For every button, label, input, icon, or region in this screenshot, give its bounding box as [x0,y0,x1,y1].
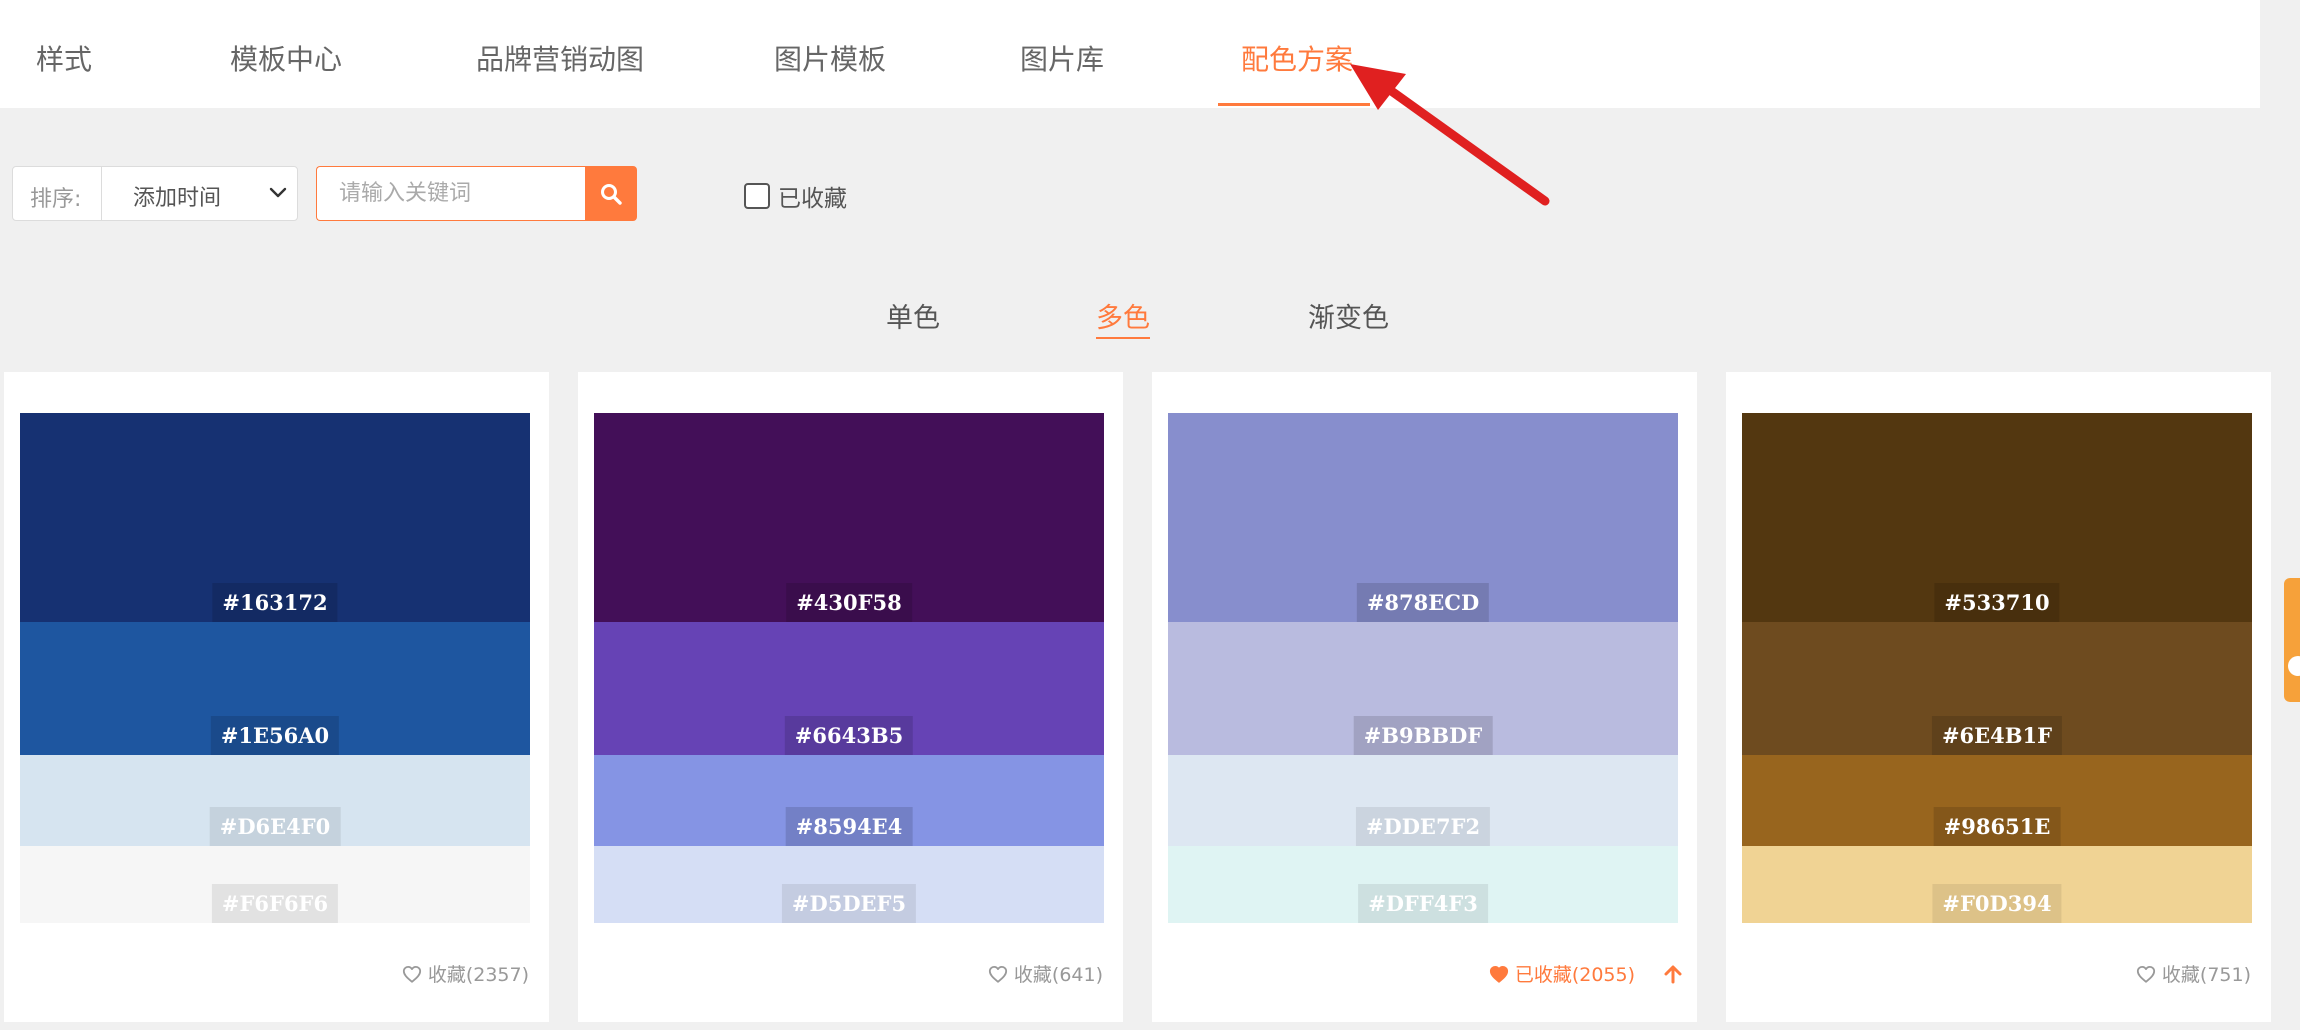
color-hex-label: #8594E4 [785,807,913,846]
palette-card[interactable]: #533710 #6E4B1F #98651E #F0D394 收藏(751) [1726,372,2271,1022]
nav-tab-style[interactable]: 样式 [36,38,92,78]
nav-tab-brand-animation[interactable]: 品牌营销动图 [476,38,644,78]
color-swatch[interactable]: #DFF4F3 [1168,846,1678,923]
nav-tab-color-scheme[interactable]: 配色方案 [1241,38,1353,78]
palette-card[interactable]: #430F58 #6643B5 #8594E4 #D5DEF5 收藏(641) [578,372,1123,1022]
subtab-gradient[interactable]: 渐变色 [1308,296,1389,335]
nav-tab-template-center[interactable]: 模板中心 [230,38,342,78]
color-hex-label: #F6F6F6 [211,884,339,923]
sort-divider [101,167,102,220]
favorite-count: 收藏(2357) [427,964,529,986]
heart-icon-wrap [2136,965,2156,983]
annotation-arrow-icon [1350,64,1550,206]
favorite-count: 收藏(641) [1013,964,1103,986]
arrow-up-icon [1664,965,1682,983]
color-hex-label: #878ECD [1356,583,1490,622]
palette-swatches: #430F58 #6643B5 #8594E4 #D5DEF5 [594,413,1104,923]
chevron-down-icon [269,187,287,198]
color-swatch[interactable]: #878ECD [1168,413,1678,622]
palette-swatches: #878ECD #B9BBDF #DDE7F2 #DFF4F3 [1168,413,1678,923]
color-hex-label: #F0D394 [1932,884,2062,923]
color-hex-label: #6E4B1F [1931,716,2063,755]
favorite-button[interactable]: 收藏(641) [988,960,1103,987]
color-hex-label: #533710 [1934,583,2060,622]
color-hex-label: #DDE7F2 [1355,807,1491,846]
favorite-button[interactable]: 收藏(2357) [402,960,529,987]
color-swatch[interactable]: #430F58 [594,413,1104,622]
heart-icon [402,965,421,983]
color-hex-label: #98651E [1933,807,2061,846]
favorite-count: 已收藏(2055) [1514,964,1635,986]
color-hex-label: #1E56A0 [210,716,340,755]
color-swatch[interactable]: #F6F6F6 [20,846,530,923]
color-hex-label: #DFF4F3 [1358,884,1488,923]
search-button[interactable] [585,166,637,221]
nav-tab-image-template[interactable]: 图片模板 [774,38,886,78]
palette-card[interactable]: #878ECD #B9BBDF #DDE7F2 #DFF4F3 已收藏(2055) [1152,372,1697,1022]
palette-swatches: #163172 #1E56A0 #D6E4F0 #F6F6F6 [20,413,530,923]
color-hex-label: #430F58 [786,583,912,622]
color-swatch[interactable]: #D6E4F0 [20,755,530,846]
color-swatch[interactable]: #8594E4 [594,755,1104,846]
sort-dropdown[interactable]: 排序: 添加时间 [12,166,298,221]
heart-icon [1489,965,1508,983]
arrow-up-icon[interactable] [1663,964,1683,984]
heart-icon [2136,965,2155,983]
heart-icon-wrap [1489,965,1509,983]
favorites-filter-label: 已收藏 [778,186,847,212]
top-nav: 样式 模板中心 品牌营销动图 图片模板 图片库 配色方案 [0,0,2260,108]
color-hex-label: #6643B5 [784,716,914,755]
favorite-button[interactable]: 已收藏(2055) [1489,960,1682,987]
heart-icon-wrap [402,965,422,983]
favorites-checkbox[interactable] [744,183,770,209]
color-swatch[interactable]: #163172 [20,413,530,622]
heart-icon-wrap [988,965,1008,983]
palette-swatches: #533710 #6E4B1F #98651E #F0D394 [1742,413,2252,923]
color-swatch[interactable]: #6643B5 [594,622,1104,755]
color-swatch[interactable]: #1E56A0 [20,622,530,755]
color-swatch[interactable]: #533710 [1742,413,2252,622]
color-swatch[interactable]: #F0D394 [1742,846,2252,923]
palette-card[interactable]: #163172 #1E56A0 #D6E4F0 #F6F6F6 收藏(2357) [4,372,549,1022]
sort-label: 排序: [30,187,82,212]
color-swatch[interactable]: #D5DEF5 [594,846,1104,923]
color-hex-label: #D5DEF5 [781,884,917,923]
nav-tab-image-library[interactable]: 图片库 [1020,38,1104,78]
favorite-count: 收藏(751) [2161,964,2251,986]
subtab-multi-color[interactable]: 多色 [1096,296,1150,339]
favorites-filter[interactable]: 已收藏 [744,179,847,213]
search-input[interactable] [316,166,586,221]
search-icon [601,183,622,205]
side-float-widget[interactable] [2284,578,2300,702]
subtab-single-color[interactable]: 单色 [886,296,940,335]
color-swatch[interactable]: #6E4B1F [1742,622,2252,755]
favorite-button[interactable]: 收藏(751) [2136,960,2251,987]
heart-icon [988,965,1007,983]
color-swatch[interactable]: #98651E [1742,755,2252,846]
color-swatch[interactable]: #B9BBDF [1168,622,1678,755]
sort-selected-value: 添加时间 [133,186,222,211]
color-hex-label: #163172 [212,583,338,622]
color-swatch[interactable]: #DDE7F2 [1168,755,1678,846]
color-hex-label: #D6E4F0 [209,807,341,846]
color-hex-label: #B9BBDF [1353,716,1493,755]
